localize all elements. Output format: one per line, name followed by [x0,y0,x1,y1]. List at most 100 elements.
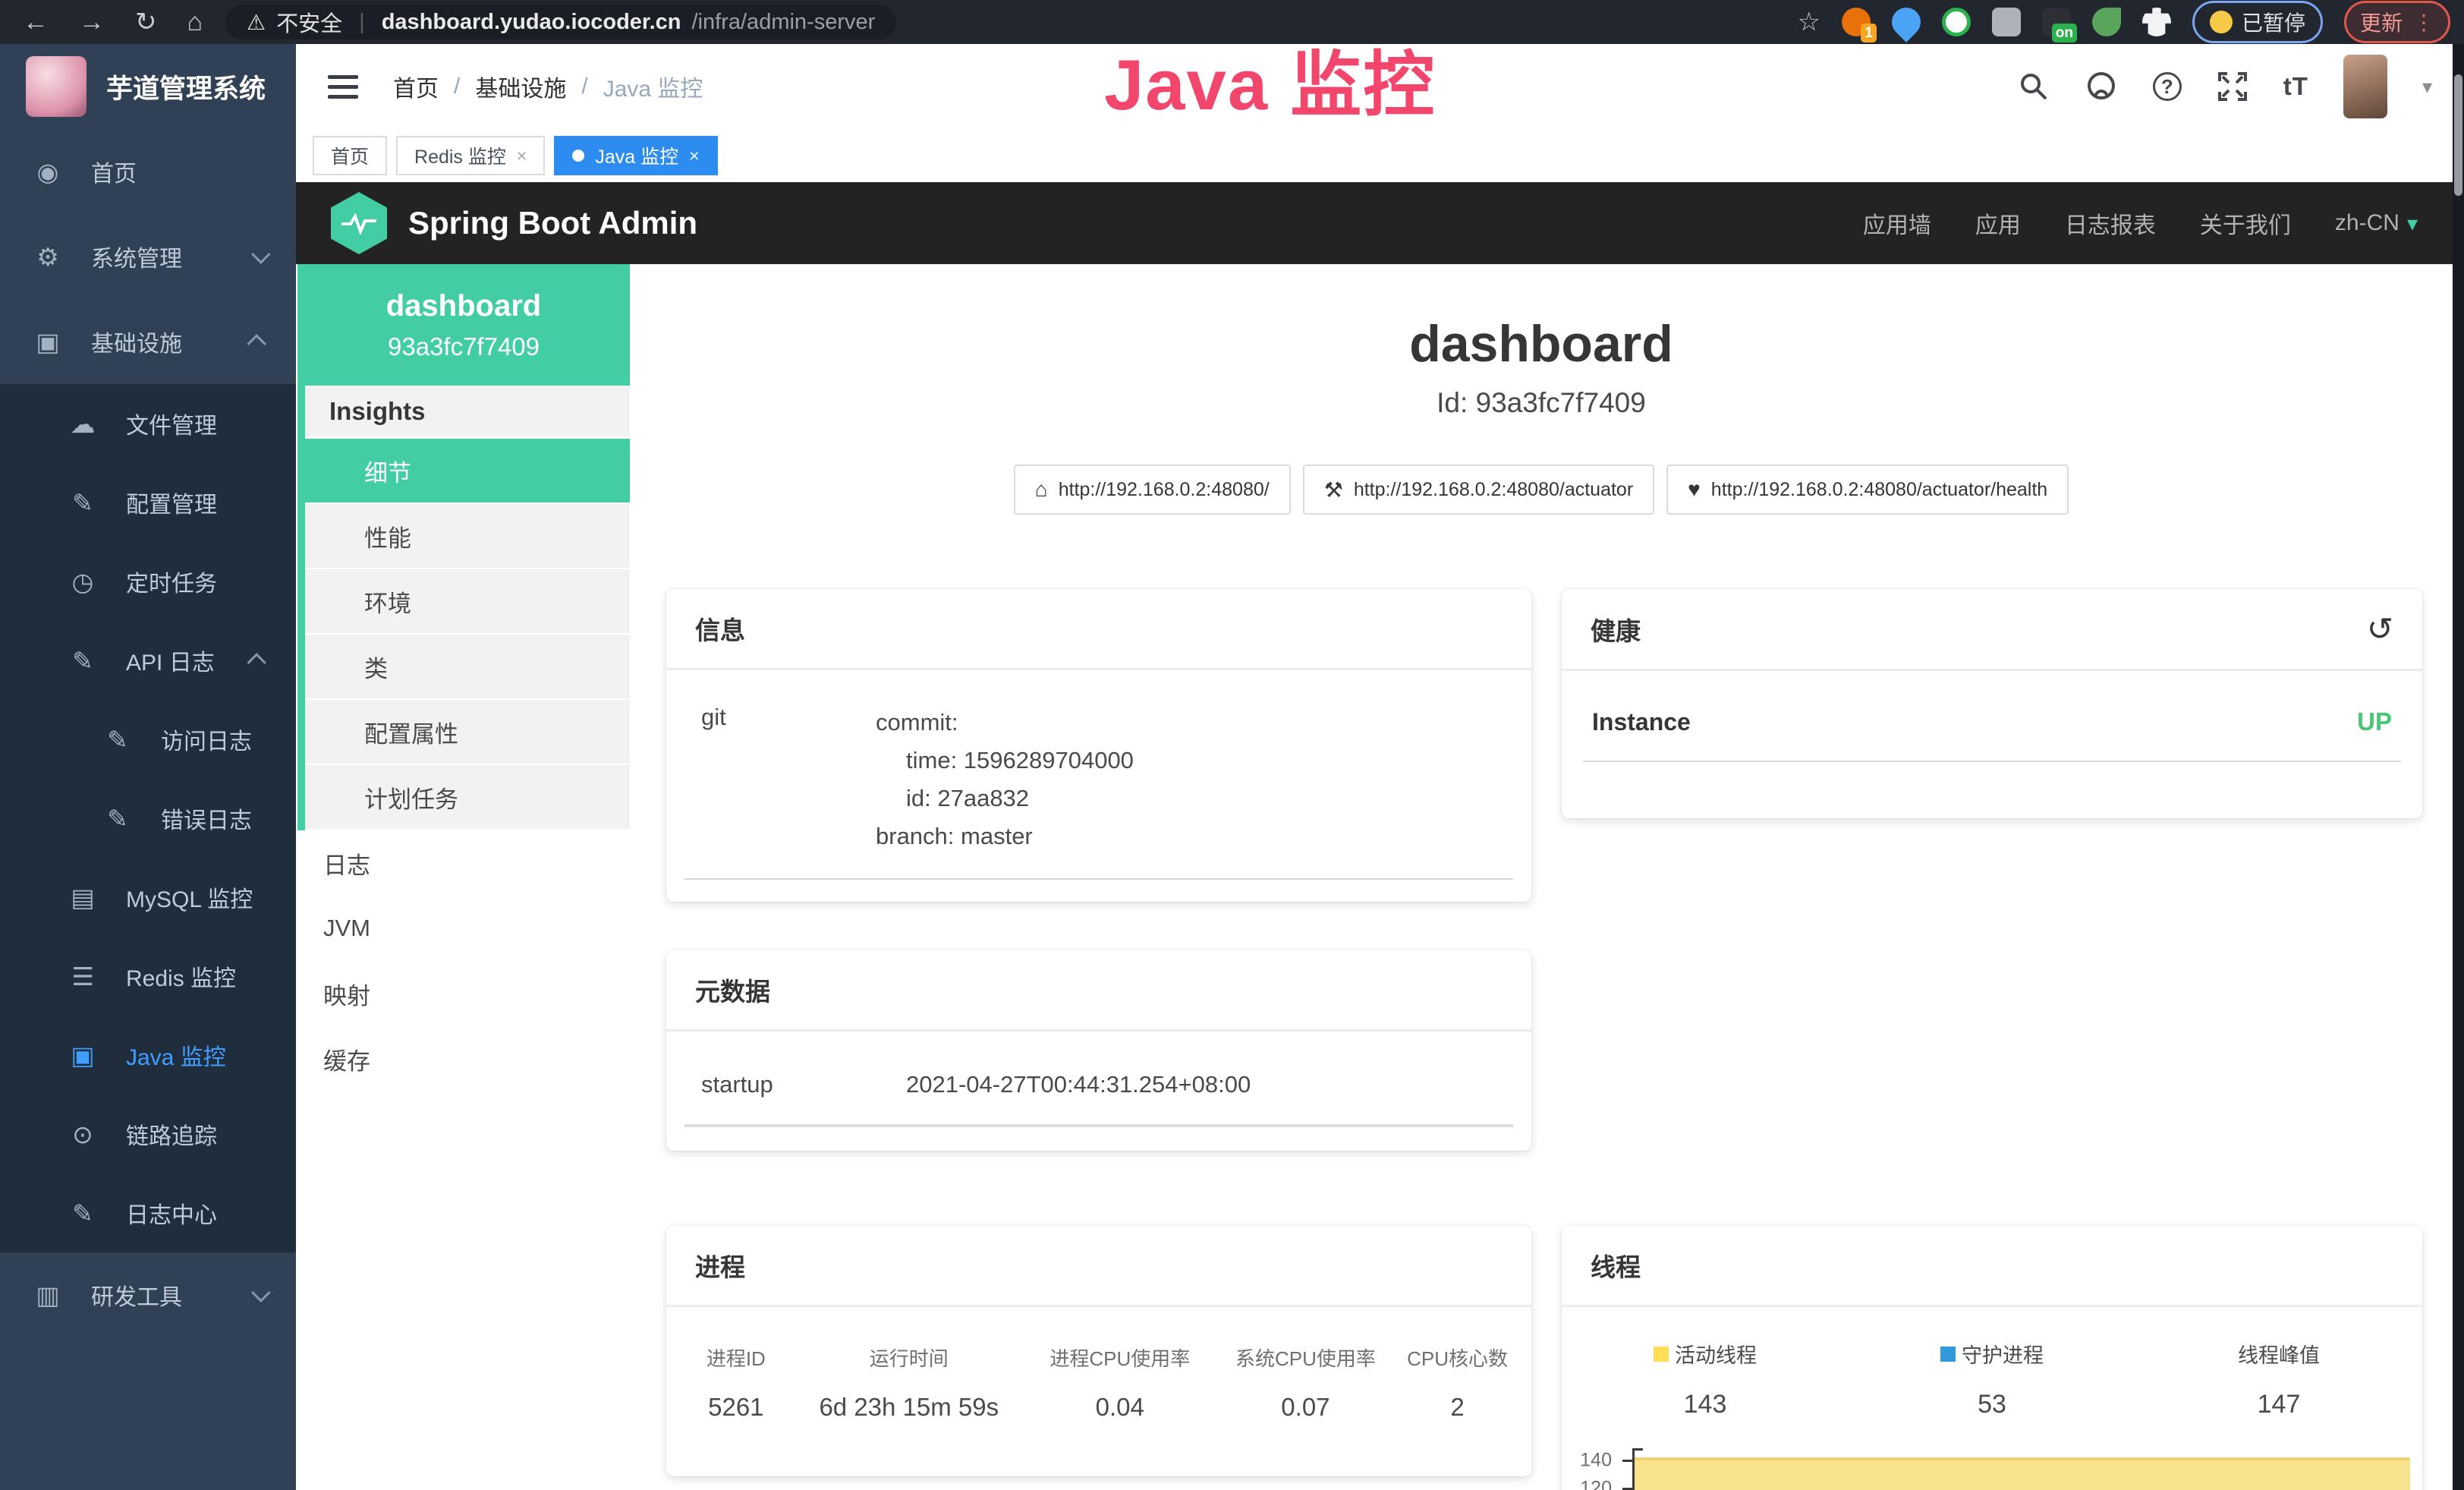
sidebar-item-infra[interactable]: ▣ 基础设施 [0,299,296,384]
actuator-url-button[interactable]: ⚒ http://192.168.0.2:48080/actuator [1303,465,1654,515]
info-key: git [701,704,876,855]
sba-language-select[interactable]: zh-CN ▾ [2335,210,2418,236]
puzzle-extensions-icon[interactable] [2142,8,2171,36]
extension-badge-count: 1 [1861,24,1877,43]
sba-menu-config-props[interactable]: 配置属性 [305,700,630,765]
briefcase-icon: ▥ [30,1281,65,1310]
sidebar-item-api-log[interactable]: ✎ API 日志 [0,621,296,700]
git-branch-line: branch: master [876,817,1134,855]
sba-menu-classes[interactable]: 类 [305,635,630,700]
home-icon[interactable]: ⌂ [187,8,203,37]
bookmark-star-icon[interactable]: ☆ [1797,7,1820,37]
sba-menu-scheduled-tasks[interactable]: 计划任务 [305,765,630,830]
help-icon[interactable]: ? [2153,72,2182,101]
reload-icon[interactable]: ↻ [135,7,157,37]
grid-extension-icon[interactable] [1992,8,2021,36]
sba-menu-jvm[interactable]: JVM [297,896,630,961]
process-col-process-cpu: 进程CPU使用率 0.04 [1023,1344,1217,1422]
sba-menu-environment[interactable]: 环境 [305,569,630,635]
sidebar-item-error-log[interactable]: ✎ 错误日志 [0,779,296,858]
cell-value: 0.07 [1217,1393,1395,1422]
sidebar-item-mysql[interactable]: ▤ MySQL 监控 [0,858,296,937]
close-icon[interactable]: × [517,146,527,166]
user-avatar[interactable] [2343,55,2387,118]
stat-live-threads: 活动线程 143 [1562,1339,1849,1419]
list-extension-icon[interactable]: on [2042,8,2071,36]
sba-nav-journal[interactable]: 日志报表 [2065,206,2156,240]
sba-menu-logging[interactable]: 日志 [297,830,630,896]
green-circle-extension-icon[interactable] [1942,8,1971,36]
stat-peak-threads: 线程峰值 147 [2135,1339,2422,1419]
sba-nav-about[interactable]: 关于我们 [2200,206,2291,240]
leaf-extension-icon[interactable] [2092,8,2121,36]
chevron-down-icon: ▾ [2407,211,2418,236]
sidebar-item-label: 链路追踪 [126,1117,217,1151]
stat-value: 53 [1849,1390,2135,1419]
sidebar-item-dev-tools[interactable]: ▥ 研发工具 [0,1252,296,1337]
pin-extension-icon[interactable] [1886,2,1927,43]
health-url-button[interactable]: ♥ http://192.168.0.2:48080/actuator/heal… [1666,465,2069,515]
sba-brand[interactable]: Spring Boot Admin [408,205,697,241]
sidebar-item-home[interactable]: ◉ 首页 [0,129,296,214]
sba-nav-applications[interactable]: 应用 [1975,206,2021,240]
git-commit-line: commit: [876,704,1134,742]
extension-icon-orange[interactable]: 1 [1842,8,1871,36]
tab-label: 首页 [331,142,369,169]
sba-menu-mappings[interactable]: 映射 [297,961,630,1026]
sidebar-item-config[interactable]: ✎ 配置管理 [0,463,296,542]
sidebar-item-trace[interactable]: ⊙ 链路追踪 [0,1095,296,1173]
chevron-up-icon [247,653,266,672]
sba-nav: 应用墙 应用 日志报表 关于我们 zh-CN ▾ [1863,206,2418,240]
app-logo[interactable]: 芋道管理系统 [0,44,296,129]
sidebar-item-label: 首页 [91,155,137,188]
home-dashboard-icon: ◉ [30,157,65,187]
sidebar-item-system[interactable]: ⚙ 系统管理 [0,214,296,299]
url-host: dashboard.yudao.iocoder.cn [382,10,681,35]
close-icon[interactable]: × [689,146,699,166]
sidebar-item-log-center[interactable]: ✎ 日志中心 [0,1173,296,1252]
sidebar-item-file[interactable]: ☁ 文件管理 [0,384,296,463]
breadcrumb: 首页 / 基础设施 / Java 监控 [393,70,703,103]
security-label[interactable]: 不安全 [276,6,342,38]
github-icon[interactable] [2085,70,2118,103]
health-instance-row[interactable]: Instance UP [1583,707,2401,762]
paused-pill[interactable]: 已暂停 [2192,1,2323,43]
sba-menu-details[interactable]: 细节 [305,439,630,504]
sidebar-item-job[interactable]: ◷ 定时任务 [0,542,296,621]
monitor-screen-icon: ▣ [65,1041,100,1070]
address-bar[interactable]: ⚠ 不安全 | dashboard.yudao.iocoder.cn/infra… [225,5,896,39]
process-col-system-cpu: 系统CPU使用率 0.07 [1217,1344,1395,1422]
tab-label: Redis 监控 [414,142,506,169]
app-sidebar: 芋道管理系统 ◉ 首页 ⚙ 系统管理 ▣ 基础设施 ☁ 文件管理 ✎ 配置管理 [0,44,296,1490]
back-icon[interactable]: ← [23,8,49,37]
tab-redis-monitor[interactable]: Redis 监控 × [396,136,545,175]
tab-java-monitor[interactable]: Java 监控 × [554,136,717,175]
sidebar-item-access-log[interactable]: ✎ 访问日志 [0,700,296,779]
kebab-menu-icon[interactable]: ⋮ [2413,10,2434,35]
sba-menu-caches[interactable]: 缓存 [297,1026,630,1092]
sba-menu-metrics[interactable]: 性能 [305,504,630,569]
search-icon[interactable] [2018,71,2050,102]
sba-nav-wallboard[interactable]: 应用墙 [1863,206,1931,240]
update-pill[interactable]: 更新 ⋮ [2344,1,2450,43]
sidebar-item-redis[interactable]: ☰ Redis 监控 [0,937,296,1016]
forward-icon[interactable]: → [79,8,105,37]
scrollbar-thumb[interactable] [2454,74,2462,196]
tab-home[interactable]: 首页 [313,136,387,175]
breadcrumb-section[interactable]: 基础设施 [475,70,566,103]
fullscreen-icon[interactable] [2217,71,2248,102]
extension-badge-on: on [2052,24,2077,43]
font-size-icon[interactable]: tT [2283,72,2308,101]
breadcrumb-home[interactable]: 首页 [393,70,439,103]
layers-icon: ☰ [65,962,100,991]
sidebar-item-java-monitor[interactable]: ▣ Java 监控 [0,1016,296,1095]
insights-group: Insights 细节 性能 环境 类 配置属性 计划任务 [297,386,630,830]
service-url-button[interactable]: ⌂ http://192.168.0.2:48080/ [1014,465,1291,515]
y-tick-120: 120 [1562,1478,1612,1490]
scrollbar-track[interactable] [2453,44,2464,1490]
warning-icon: ⚠ [247,10,266,35]
history-icon[interactable]: ↺ [2367,610,2393,647]
hamburger-icon[interactable] [328,75,358,99]
card-title: 健康 [1591,611,1641,647]
user-menu-caret-icon[interactable]: ▾ [2422,75,2432,99]
